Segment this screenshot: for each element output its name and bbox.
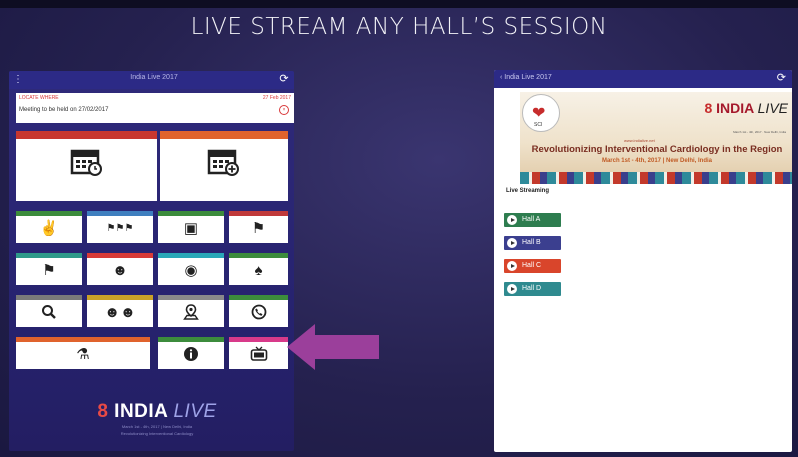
presenter-board-icon: ⚑ — [42, 262, 56, 279]
group-icon: ⚑⚑⚑ — [106, 223, 134, 234]
live-streaming-label: Live Streaming — [506, 188, 550, 194]
tile-presenter[interactable]: ⚑ — [229, 211, 288, 243]
tile-notes[interactable]: ▣ — [158, 211, 224, 243]
play-icon — [507, 284, 517, 294]
presentation-slide: LIVE STREAM ANY HALL’S SESSION ⋮ India L… — [0, 0, 798, 457]
slide-title: LIVE STREAM ANY HALL’S SESSION — [190, 14, 608, 40]
play-icon — [507, 238, 517, 248]
presenter-icon: ⚑ — [251, 220, 266, 237]
event-banner: ❤ SCI 8 INDIA LIVE March 1st - 4th, 2017 … — [520, 92, 792, 184]
tile-search[interactable] — [16, 295, 82, 327]
refresh-icon[interactable]: ⟳ — [777, 71, 786, 84]
india-live-logo: 8 INDIA LIVE March 1st - 4th, 2017 | New… — [97, 401, 217, 437]
pointer-arrow-icon — [287, 324, 379, 370]
stop-icon: ▣ — [183, 220, 199, 237]
notice-header: LOCATE WHERE — [19, 95, 59, 101]
play-icon — [507, 261, 517, 271]
tile-presentations[interactable]: ⚑ — [16, 253, 82, 285]
left-app-screen: ⋮ India Live 2017 ⟳ LOCATE WHERE 27 Feb … — [9, 71, 294, 451]
notice-message: Meeting to be held on 27/02/2017 — [19, 107, 109, 113]
info-icon — [158, 346, 224, 367]
calendar-clock-icon — [16, 147, 157, 184]
left-app-title: India Live 2017 — [130, 74, 178, 81]
notice-date: 27 Feb 2017 — [262, 95, 291, 101]
hall-a-button[interactable]: Hall A — [504, 213, 561, 227]
map-pin-icon — [158, 304, 224, 325]
tile-faculty[interactable]: ⚑⚑⚑ — [87, 211, 153, 243]
location-person-icon: ◉ — [184, 262, 198, 279]
back-button[interactable]: ‹ India Live 2017 — [500, 74, 552, 81]
hall-c-button[interactable]: Hall C — [504, 259, 561, 273]
handshake-icon: ✌ — [39, 220, 59, 237]
tile-add-event[interactable] — [160, 131, 288, 201]
right-app-header: ‹ India Live 2017 ⟳ — [494, 70, 792, 88]
logo-line-1: March 1st - 4th, 2017 | New Delhi, India — [121, 424, 193, 429]
microscope-icon: ⚗ — [76, 346, 90, 363]
tile-locate[interactable]: ◉ — [158, 253, 224, 285]
slide-top-strip — [0, 0, 798, 8]
close-icon[interactable]: × — [279, 105, 289, 115]
hall-d-button[interactable]: Hall D — [504, 282, 561, 296]
tile-header-bar — [160, 131, 288, 139]
notice-card[interactable]: LOCATE WHERE 27 Feb 2017 Meeting to be h… — [16, 93, 294, 123]
tile-schedule[interactable] — [16, 131, 157, 201]
tile-sponsors[interactable]: ✌ — [16, 211, 82, 243]
tile-delegates[interactable]: ♠ — [229, 253, 288, 285]
tile-research[interactable]: ⚗ — [16, 337, 150, 369]
banner-decor-strip — [520, 172, 792, 184]
banner-dates: March 1st - 4th, 2017 | New Delhi, India — [601, 158, 713, 164]
tile-venue-map[interactable] — [158, 295, 224, 327]
heart-logo-icon: ❤ SCI — [522, 94, 560, 132]
tv-icon — [229, 346, 288, 367]
tile-contact[interactable] — [229, 295, 288, 327]
left-app-header: ⋮ India Live 2017 ⟳ — [9, 71, 294, 89]
logo-suffix: LIVE — [173, 401, 217, 422]
tile-speakers[interactable]: ☻ — [87, 253, 153, 285]
hall-b-button[interactable]: Hall B — [504, 236, 561, 250]
phone-icon — [229, 304, 288, 325]
calendar-add-icon — [160, 147, 288, 184]
play-icon — [507, 215, 517, 225]
banner-india-live-logo: 8 INDIA LIVE — [704, 100, 788, 116]
user-speaker-icon: ☻ — [112, 262, 128, 279]
logo-name: INDIA — [114, 401, 168, 422]
banner-headline: Revolutionizing Interventional Cardiolog… — [531, 144, 783, 155]
logo-prefix: 8 — [97, 401, 109, 422]
banner-sub: March 1st - 4th, 2017 · New Delhi, India — [733, 130, 786, 134]
search-icon — [16, 304, 82, 325]
people-group-icon: ♠ — [254, 262, 263, 279]
hamburger-icon[interactable]: ⋮ — [13, 73, 23, 87]
logo-line-2: Revolutionizing Interventional Cardiolog… — [120, 431, 194, 436]
banner-site: www.indialive.net — [624, 138, 655, 143]
users-icon: ☻☻ — [104, 304, 136, 321]
tile-live-tv[interactable] — [229, 337, 288, 369]
tile-networking[interactable]: ☻☻ — [87, 295, 153, 327]
tile-header-bar — [16, 131, 157, 139]
tile-info[interactable] — [158, 337, 224, 369]
refresh-icon[interactable]: ⟳ — [277, 72, 291, 86]
